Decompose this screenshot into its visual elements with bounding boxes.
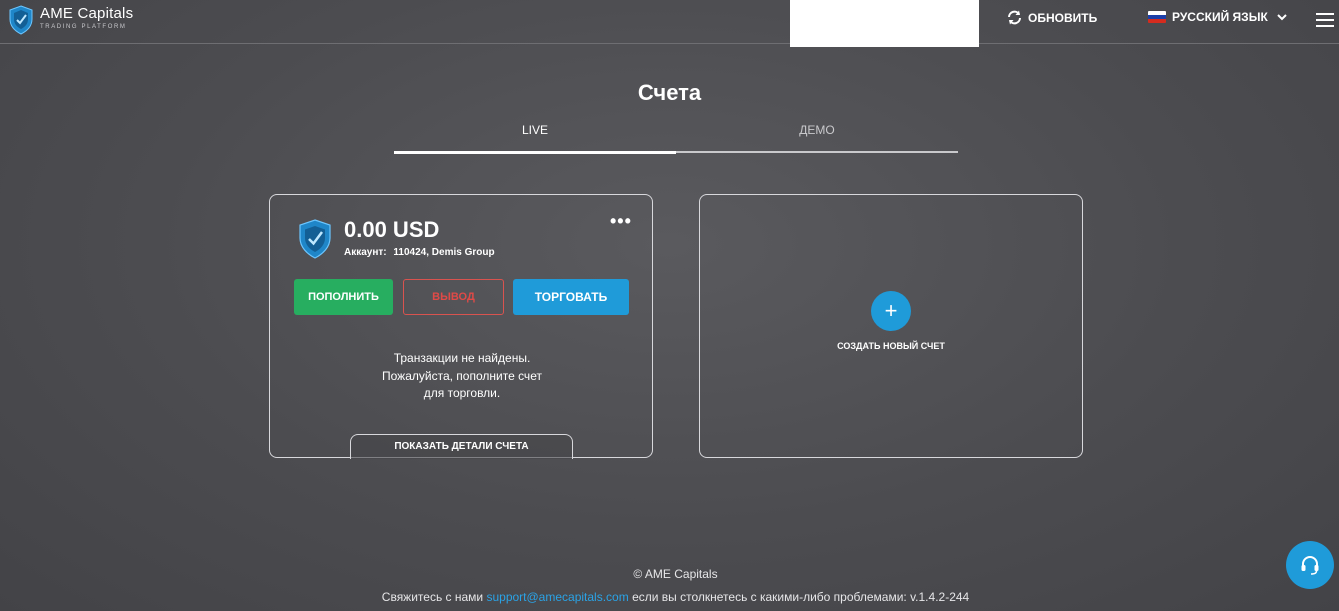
- brand-logo[interactable]: AME Capitals TRADING PLATFORM: [8, 5, 133, 35]
- empty-line-3: для торговли.: [423, 386, 501, 400]
- page-title: Счета: [637, 80, 702, 105]
- support-chat-button[interactable]: [1286, 541, 1334, 589]
- tab-demo[interactable]: ДЕМО: [676, 120, 958, 153]
- shield-logo-icon: [9, 5, 33, 35]
- deposit-button[interactable]: ПОПОЛНИТЬ: [294, 279, 393, 315]
- top-header: AME Capitals TRADING PLATFORM ОБНОВИТЬ Р…: [0, 0, 1339, 47]
- empty-transactions-message: Транзакции не найдены. Пожалуйста, попол…: [270, 350, 654, 403]
- more-options-icon[interactable]: •••: [610, 211, 632, 232]
- refresh-label: ОБНОВИТЬ: [1028, 10, 1098, 25]
- create-account-label: СОЗДАТЬ НОВЫЙ СЧЕТ: [837, 341, 945, 351]
- account-label: Аккаунт:: [344, 247, 387, 258]
- footer-copyright: © AME Capitals: [633, 567, 718, 581]
- tab-live[interactable]: LIVE: [394, 120, 676, 154]
- brand-tagline: TRADING PLATFORM: [40, 24, 127, 30]
- account-balance: 0.00 USD: [344, 217, 440, 242]
- chevron-down-icon: [1277, 13, 1287, 20]
- empty-line-1: Транзакции не найдены.: [393, 351, 531, 365]
- russia-flag-icon: [1148, 11, 1166, 23]
- footer-contact: Свяжитесь с нами support@amecapitals.com…: [0, 590, 1339, 604]
- shield-logo-icon: [299, 219, 331, 259]
- refresh-button[interactable]: ОБНОВИТЬ: [1006, 10, 1097, 25]
- account-tabs: LIVE ДЕМО: [394, 120, 958, 154]
- headset-icon: [1301, 556, 1319, 575]
- account-value: 110424, Demis Group: [393, 247, 495, 258]
- support-email-link[interactable]: support@amecapitals.com: [486, 590, 628, 604]
- brand-name: AME Capitals: [40, 5, 134, 22]
- contact-prefix: Свяжитесь с нами: [381, 590, 484, 604]
- plus-icon[interactable]: +: [871, 291, 911, 331]
- header-blank-panel: [790, 0, 979, 47]
- empty-line-2: Пожалуйста, пополните счет: [382, 368, 542, 383]
- contact-suffix: если вы столкнетесь с какими-либо пробле…: [632, 590, 970, 604]
- language-selector[interactable]: РУССКИЙ ЯЗЫК: [1148, 10, 1287, 24]
- show-account-details-button[interactable]: ПОКАЗАТЬ ДЕТАЛИ СЧЕТА: [350, 434, 573, 459]
- refresh-icon: [1008, 10, 1021, 25]
- account-info: Аккаунт: 110424, Demis Group: [344, 247, 495, 258]
- language-label: РУССКИЙ ЯЗЫК: [1172, 10, 1268, 24]
- trade-button[interactable]: ТОРГОВАТЬ: [513, 279, 629, 315]
- withdraw-button[interactable]: ВЫВОД: [403, 279, 504, 315]
- create-account-card[interactable]: + СОЗДАТЬ НОВЫЙ СЧЕТ: [699, 194, 1083, 458]
- hamburger-icon[interactable]: [1316, 13, 1334, 31]
- account-card: 0.00 USD Аккаунт: 110424, Demis Group ••…: [269, 194, 654, 459]
